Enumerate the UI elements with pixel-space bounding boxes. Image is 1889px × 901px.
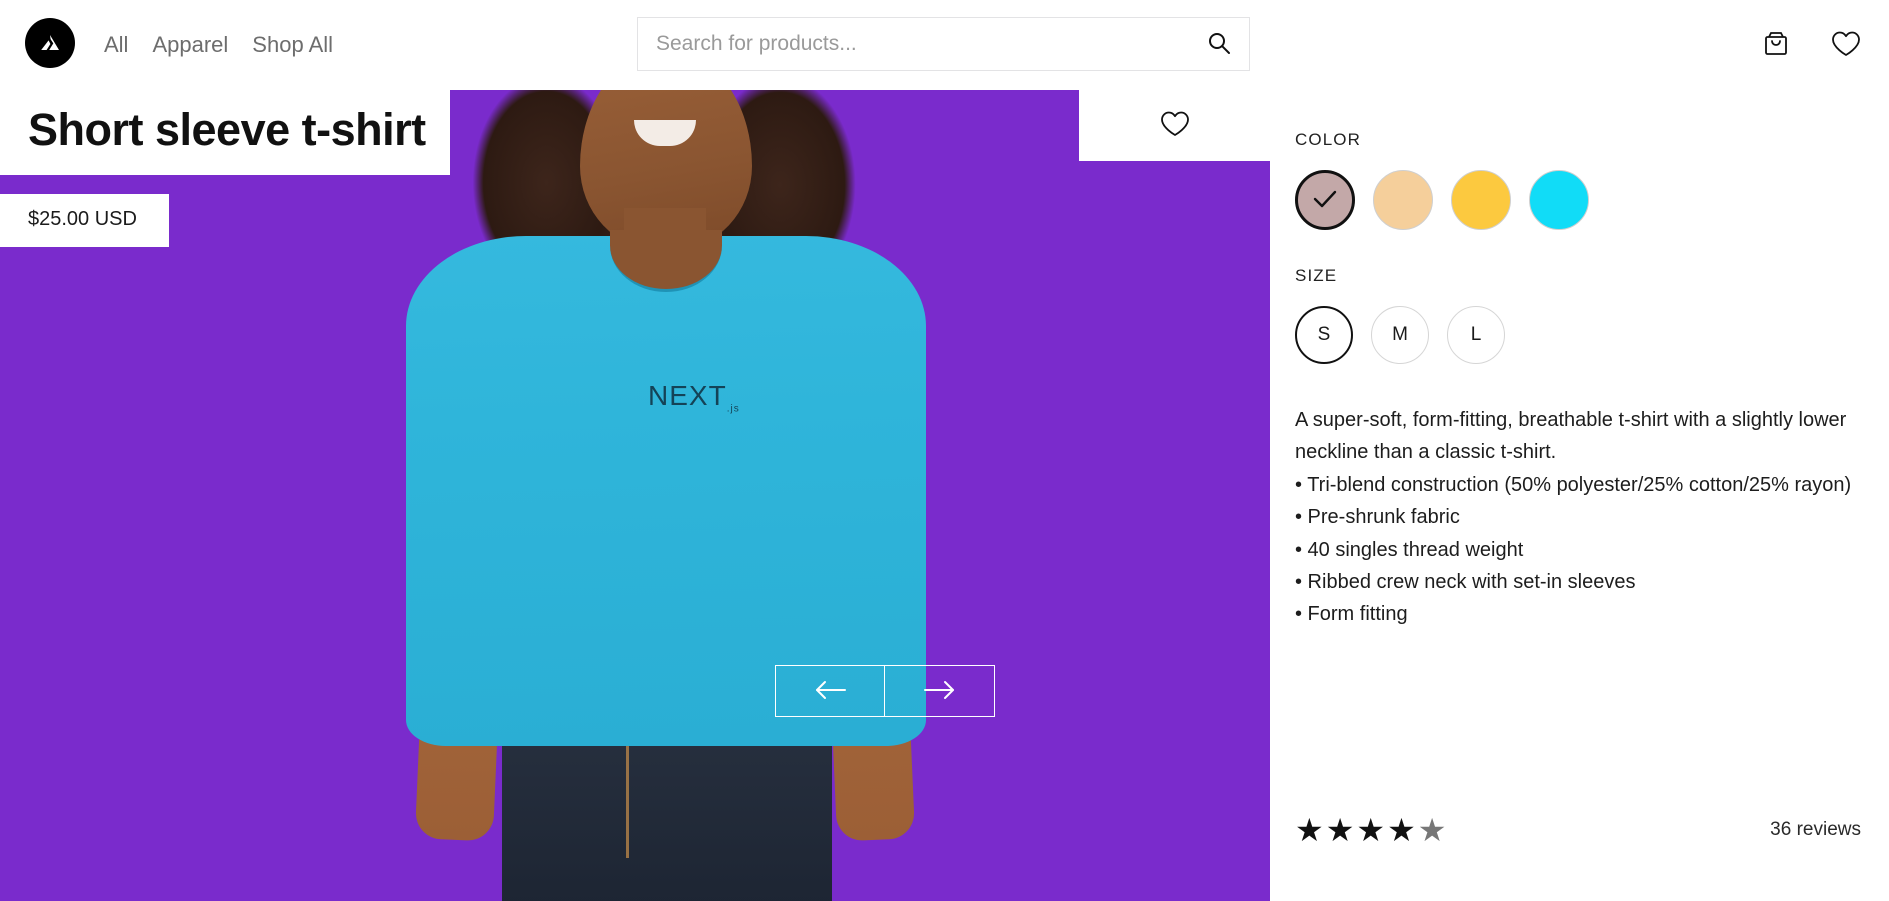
color-swatch-peach[interactable] xyxy=(1373,170,1433,230)
reviews-count[interactable]: 36 reviews xyxy=(1770,819,1861,841)
size-option-m[interactable]: M xyxy=(1371,306,1429,364)
nav-link-apparel[interactable]: Apparel xyxy=(152,34,228,56)
size-option-s[interactable]: S xyxy=(1295,306,1353,364)
color-swatch-mauve[interactable] xyxy=(1295,170,1355,230)
check-icon xyxy=(1311,188,1339,213)
search-icon xyxy=(1206,30,1232,59)
page-title: Short sleeve t-shirt xyxy=(28,104,426,155)
primary-nav: All Apparel Shop All xyxy=(104,0,333,90)
gallery-carousel-nav xyxy=(775,665,995,717)
cart-button[interactable] xyxy=(1759,28,1793,62)
size-options: S M L xyxy=(1295,306,1861,364)
heart-icon xyxy=(1159,109,1191,142)
size-label: SIZE xyxy=(1295,266,1338,285)
cart-icon xyxy=(1761,29,1791,62)
model-jeans-seam xyxy=(626,738,629,858)
star-icon-5: ★ xyxy=(1417,812,1447,848)
description-bullet-3: • 40 singles thread weight xyxy=(1295,538,1524,561)
nav-link-shop-all[interactable]: Shop All xyxy=(252,34,333,56)
color-swatches xyxy=(1295,170,1861,230)
color-swatch-cyan[interactable] xyxy=(1529,170,1589,230)
description-bullet-1: • Tri-blend construction (50% polyester/… xyxy=(1295,473,1852,496)
rating-row: ★ ★ ★ ★ ★ 36 reviews xyxy=(1295,814,1861,846)
site-header: All Apparel Shop All xyxy=(0,0,1889,90)
product-gallery[interactable]: NEXT.js xyxy=(0,90,1270,901)
star-icon-3: ★ xyxy=(1356,812,1386,848)
tshirt-chest-logo: NEXT.js xyxy=(648,380,740,415)
color-swatch-gold[interactable] xyxy=(1451,170,1511,230)
star-rating: ★ ★ ★ ★ ★ xyxy=(1295,814,1446,846)
gallery-prev-button[interactable] xyxy=(775,665,885,717)
brand-logo[interactable] xyxy=(25,18,75,68)
header-actions xyxy=(1759,0,1863,90)
search-submit-button[interactable] xyxy=(1189,18,1249,70)
description-bullet-2: • Pre-shrunk fabric xyxy=(1295,506,1460,529)
nav-link-all[interactable]: All xyxy=(104,34,128,56)
star-icon-1: ★ xyxy=(1295,812,1324,848)
product-details-panel: COLOR SIZE S M L A super-soft, form-fitt… xyxy=(1295,90,1889,901)
product-title-block: Short sleeve t-shirt xyxy=(0,90,450,176)
star-icon-4: ★ xyxy=(1387,812,1416,848)
description-bullet-4: • Ribbed crew neck with set-in sleeves xyxy=(1295,570,1636,593)
description-bullet-5: • Form fitting xyxy=(1295,603,1408,626)
wishlist-button[interactable] xyxy=(1829,28,1863,62)
model-jeans xyxy=(502,720,832,901)
arrow-left-icon xyxy=(813,679,847,704)
search-input[interactable] xyxy=(638,18,1189,70)
heart-icon xyxy=(1830,29,1862,62)
brand-triangle-logo-icon xyxy=(37,30,63,56)
product-price-block: $25.00 USD xyxy=(0,194,169,247)
tshirt-chest-logo-text: NEXT xyxy=(648,380,727,411)
color-label: COLOR xyxy=(1295,130,1361,149)
star-icon-2: ★ xyxy=(1325,812,1355,848)
arrow-right-icon xyxy=(923,679,957,704)
product-image: NEXT.js xyxy=(406,90,926,901)
gallery-next-button[interactable] xyxy=(885,665,995,717)
description-intro: A super-soft, form-fitting, breathable t… xyxy=(1295,409,1847,464)
product-price: $25.00 USD xyxy=(28,208,137,230)
add-to-wishlist-button[interactable] xyxy=(1158,109,1192,143)
gallery-wishlist-area xyxy=(1079,90,1270,161)
tshirt-chest-logo-sub: .js xyxy=(726,403,740,415)
product-description: A super-soft, form-fitting, breathable t… xyxy=(1295,404,1861,631)
size-option-l[interactable]: L xyxy=(1447,306,1505,364)
search-bar xyxy=(637,17,1250,71)
